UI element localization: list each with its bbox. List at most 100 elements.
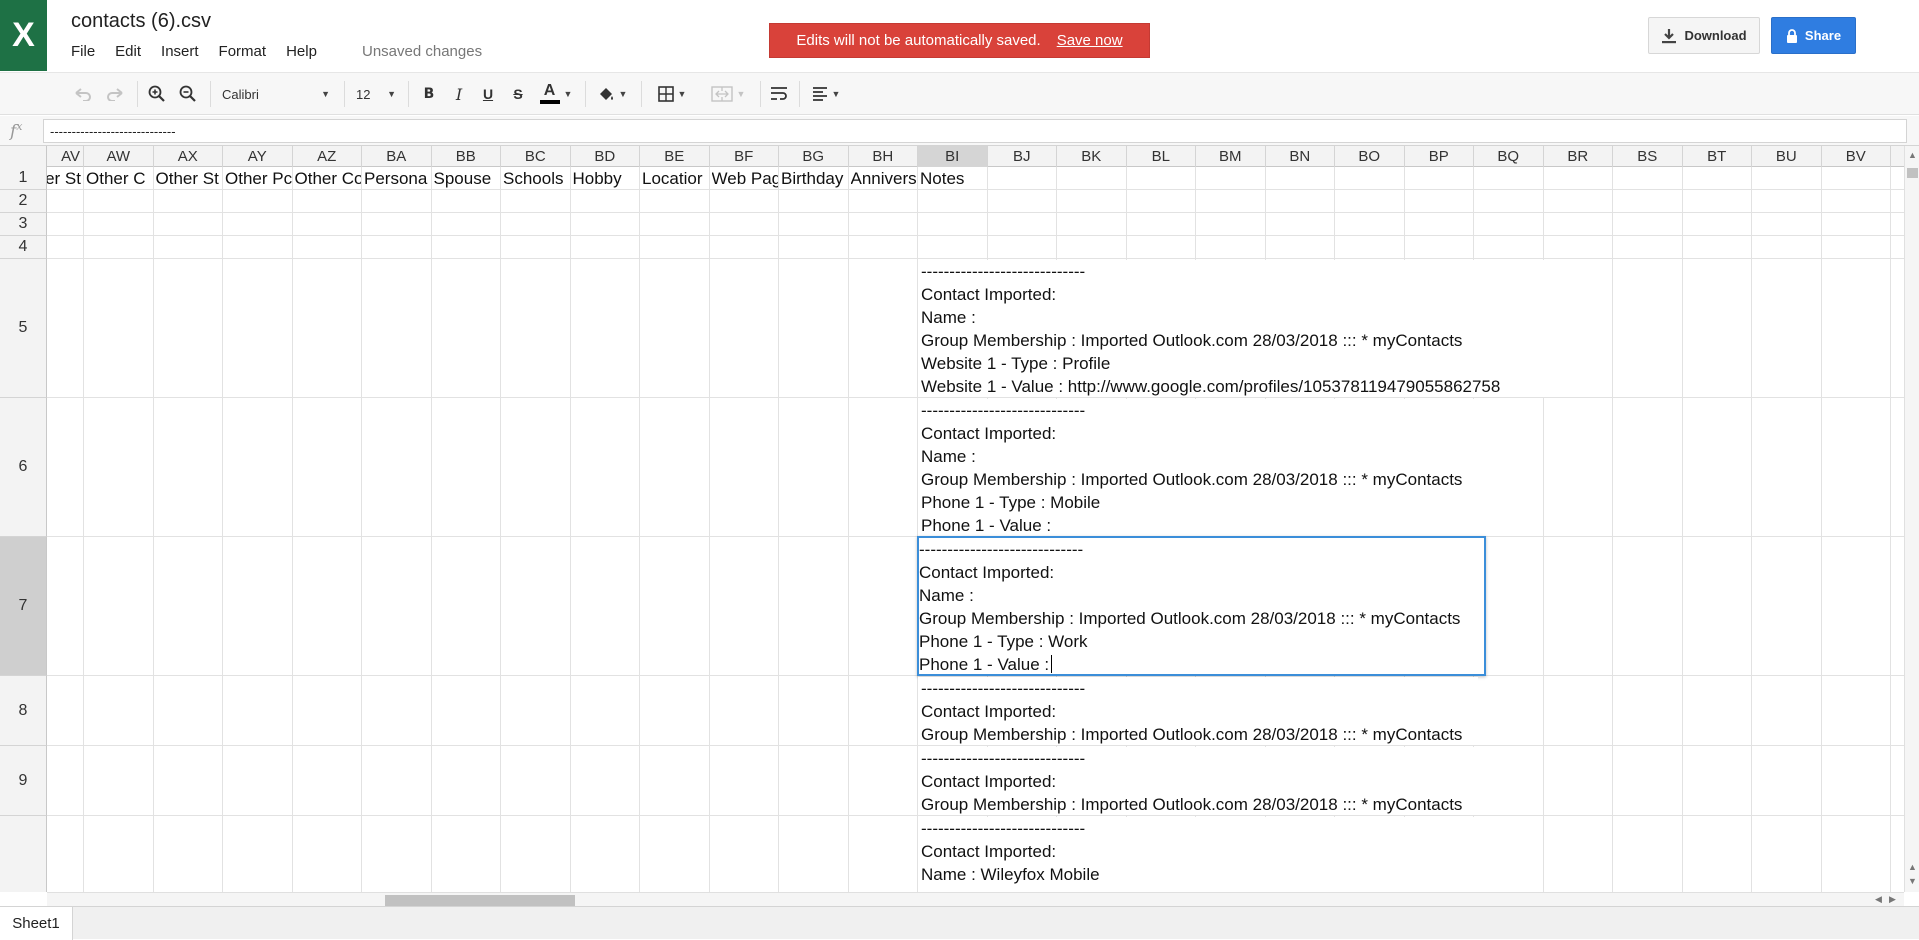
document-title[interactable]: contacts (6).csv [71, 10, 211, 33]
download-label: Download [1684, 28, 1747, 43]
header-cell-az[interactable]: Other Co [295, 169, 362, 189]
scroll-left-icon[interactable]: ◀ [1875, 894, 1882, 905]
merge-cells-button[interactable]: ▼ [706, 81, 750, 107]
header-cell-av[interactable]: er St [47, 169, 81, 189]
notes-cell-row-5[interactable]: ----------------------------- Contact Imp… [918, 260, 1548, 397]
notes-cell-row-8[interactable]: ----------------------------- Contact Imp… [918, 677, 1478, 745]
share-button[interactable]: Share [1771, 17, 1856, 54]
spreadsheet-grid[interactable]: AV AW AX AY AZ BA BB BC BD BE BF BG BH BI BJ BK BL BM BN BO… [0, 146, 1904, 892]
zoom-out-icon[interactable] [177, 81, 199, 107]
row-header-7[interactable]: 7 [0, 537, 47, 676]
active-cell-editor[interactable]: ----------------------------- Contact Imp… [917, 536, 1486, 676]
header-cell-ay[interactable]: Other Pc [225, 169, 292, 189]
column-header-bo[interactable]: BO [1335, 146, 1405, 167]
column-header-bt[interactable]: BT [1683, 146, 1752, 167]
header-cell-bh[interactable]: Annivers [851, 169, 918, 189]
horizontal-scroll-thumb[interactable] [385, 895, 575, 906]
scroll-up-icon[interactable]: ▲ [1908, 862, 1917, 872]
sheet-tab-sheet1[interactable]: Sheet1 [0, 907, 73, 940]
column-header-bp[interactable]: BP [1405, 146, 1474, 167]
header-cell-bi[interactable]: Notes [920, 169, 987, 189]
menu-help[interactable]: Help [286, 43, 317, 60]
row-header-2[interactable]: 2 [0, 190, 47, 213]
font-size-select[interactable]: 12 ▼ [356, 82, 396, 106]
column-header-bn[interactable]: BN [1266, 146, 1335, 167]
column-header-bl[interactable]: BL [1127, 146, 1196, 167]
column-header-av[interactable]: AV [47, 146, 84, 167]
menu-file[interactable]: File [71, 43, 95, 60]
menu-insert[interactable]: Insert [161, 43, 199, 60]
zoom-in-icon[interactable] [146, 81, 168, 107]
fill-color-button[interactable]: ▼ [594, 81, 630, 107]
column-header-bf[interactable]: BF [710, 146, 779, 167]
borders-button[interactable]: ▼ [654, 81, 690, 107]
download-button[interactable]: Download [1648, 17, 1760, 54]
select-all-corner[interactable] [0, 146, 47, 167]
column-header-bc[interactable]: BC [501, 146, 571, 167]
row-header-8[interactable]: 8 [0, 676, 47, 746]
menu-format[interactable]: Format [219, 43, 267, 60]
notes-cell-row-6[interactable]: ----------------------------- Contact Imp… [918, 399, 1478, 536]
column-header-be[interactable]: BE [640, 146, 710, 167]
save-now-link[interactable]: Save now [1057, 32, 1123, 49]
font-family-select[interactable]: Calibri ▼ [222, 82, 330, 106]
italic-button[interactable]: I [448, 81, 470, 107]
column-header-bb[interactable]: BB [432, 146, 501, 167]
column-header-ax[interactable]: AX [154, 146, 223, 167]
column-header-ba[interactable]: BA [362, 146, 432, 167]
bold-button[interactable]: B [418, 81, 440, 107]
scroll-up-icon[interactable]: ▲ [1908, 150, 1917, 160]
header-cell-bf[interactable]: Web Pag [712, 169, 779, 189]
header-cell-bb[interactable]: Spouse [434, 169, 501, 189]
scroll-down-icon[interactable]: ▼ [1908, 876, 1917, 886]
column-header-bk[interactable]: BK [1057, 146, 1127, 167]
header-cell-bd[interactable]: Hobby [573, 169, 640, 189]
notes-cell-row-9[interactable]: ----------------------------- Contact Imp… [918, 747, 1478, 815]
header-cell-bg[interactable]: Birthday [781, 169, 848, 189]
wrap-text-button[interactable] [768, 81, 790, 107]
header-cell-ba[interactable]: Persona [364, 169, 431, 189]
header-cell-aw[interactable]: Other C [86, 169, 153, 189]
notes-cell-row-10[interactable]: ----------------------------- Contact Imp… [918, 817, 1478, 892]
chevron-down-icon: ▼ [831, 89, 841, 99]
strikethrough-button[interactable]: S [507, 81, 529, 107]
column-header-bh[interactable]: BH [849, 146, 918, 167]
column-header-bs[interactable]: BS [1613, 146, 1683, 167]
column-header-bu[interactable]: BU [1752, 146, 1822, 167]
column-gridline [361, 167, 362, 892]
column-header-bd[interactable]: BD [571, 146, 640, 167]
redo-icon[interactable] [104, 81, 126, 107]
column-header-bg[interactable]: BG [779, 146, 849, 167]
scroll-right-icon[interactable]: ▶ [1889, 894, 1896, 905]
row-header-6[interactable]: 6 [0, 398, 47, 537]
align-button[interactable]: ▼ [808, 81, 844, 107]
text-color-button[interactable]: A ▼ [536, 81, 576, 107]
row-header-5[interactable]: 5 [0, 259, 47, 398]
column-header-ay[interactable]: AY [223, 146, 293, 167]
column-header-bi[interactable]: BI [918, 146, 988, 167]
column-header-bq[interactable]: BQ [1474, 146, 1544, 167]
row-header-1[interactable]: 1 [0, 167, 47, 190]
note-line: Contact Imported: [919, 563, 1055, 582]
undo-icon[interactable] [72, 81, 94, 107]
column-header-bm[interactable]: BM [1196, 146, 1266, 167]
underline-button[interactable]: U [477, 81, 499, 107]
column-header-bj[interactable]: BJ [988, 146, 1057, 167]
menu-edit[interactable]: Edit [115, 43, 141, 60]
header-cell-ax[interactable]: Other St [156, 169, 223, 189]
row-header-4[interactable]: 4 [0, 236, 47, 259]
vertical-scroll-thumb[interactable] [1907, 168, 1918, 178]
vertical-scrollbar[interactable]: ▲ ▲ ▼ [1904, 146, 1919, 892]
formula-input[interactable] [43, 119, 1907, 143]
app-header: X contacts (6).csv File Edit Insert Form… [0, 0, 1919, 72]
row-header-3[interactable]: 3 [0, 213, 47, 236]
row-header-partial[interactable] [0, 816, 47, 892]
column-header-br[interactable]: BR [1544, 146, 1613, 167]
header-cell-bc[interactable]: Schools [503, 169, 570, 189]
horizontal-scrollbar[interactable]: ◀ ▶ [47, 892, 1904, 906]
column-header-az[interactable]: AZ [293, 146, 362, 167]
header-cell-be[interactable]: Locatior [642, 169, 709, 189]
column-header-bv[interactable]: BV [1822, 146, 1891, 167]
row-header-9[interactable]: 9 [0, 746, 47, 816]
column-header-aw[interactable]: AW [84, 146, 154, 167]
